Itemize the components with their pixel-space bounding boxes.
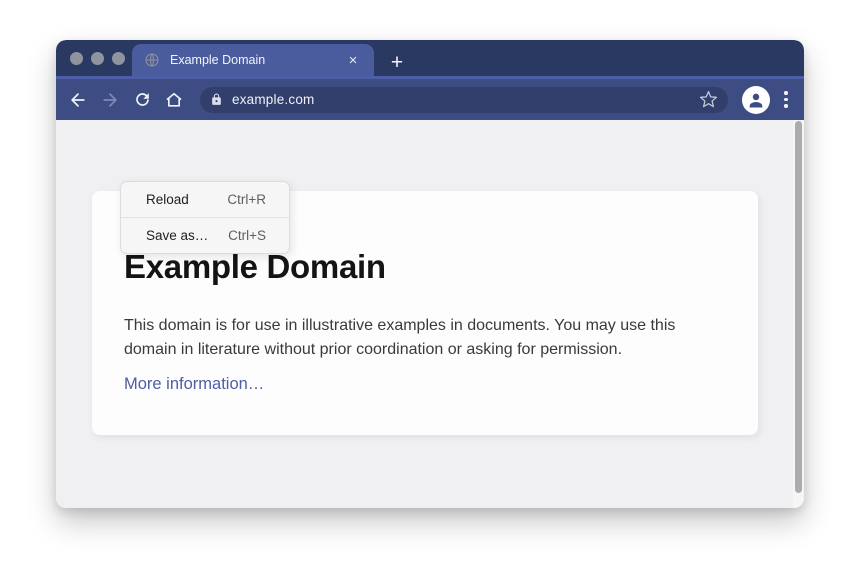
browser-menu-button[interactable]: [778, 88, 794, 112]
address-bar[interactable]: example.com: [200, 87, 728, 113]
menu-item-save-as[interactable]: Save as… Ctrl+S: [121, 218, 289, 253]
menu-item-label: Save as…: [146, 228, 208, 243]
page-viewport: Example Domain This domain is for use in…: [56, 120, 804, 508]
menu-item-label: Reload: [146, 192, 189, 207]
reload-icon: [133, 90, 152, 109]
menu-item-shortcut: Ctrl+R: [227, 192, 266, 207]
toolbar: example.com: [56, 79, 804, 120]
kebab-dot: [784, 104, 788, 108]
context-menu: Reload Ctrl+R Save as… Ctrl+S: [120, 181, 290, 254]
bookmark-star-icon[interactable]: [699, 90, 718, 109]
new-tab-button[interactable]: +: [384, 49, 410, 75]
titlebar: Example Domain × +: [56, 40, 804, 76]
window-minimize-button[interactable]: [91, 52, 104, 65]
profile-avatar-button[interactable]: [742, 86, 770, 114]
scrollbar-track: [793, 120, 804, 508]
browser-window: Example Domain × +: [56, 40, 804, 508]
kebab-dot: [784, 91, 788, 95]
page-paragraph: This domain is for use in illustrative e…: [124, 314, 710, 362]
tab-example-domain[interactable]: Example Domain ×: [132, 44, 374, 76]
globe-favicon-icon: [144, 52, 160, 68]
tab-close-icon[interactable]: ×: [344, 51, 362, 69]
traffic-lights: [70, 52, 125, 65]
window-maximize-button[interactable]: [112, 52, 125, 65]
home-icon: [164, 90, 184, 110]
more-information-link[interactable]: More information…: [124, 375, 264, 394]
tab-title: Example Domain: [170, 53, 344, 67]
window-close-button[interactable]: [70, 52, 83, 65]
person-icon: [746, 90, 766, 110]
reload-button[interactable]: [130, 88, 154, 112]
back-button[interactable]: [66, 88, 90, 112]
url-text: example.com: [232, 92, 314, 107]
forward-button[interactable]: [98, 88, 122, 112]
back-arrow-icon: [68, 90, 88, 110]
forward-arrow-icon: [100, 90, 120, 110]
lock-icon: [210, 93, 223, 106]
menu-item-shortcut: Ctrl+S: [228, 228, 266, 243]
menu-item-reload[interactable]: Reload Ctrl+R: [121, 182, 289, 217]
home-button[interactable]: [162, 88, 186, 112]
kebab-dot: [784, 98, 788, 102]
scrollbar-thumb[interactable]: [795, 121, 802, 493]
